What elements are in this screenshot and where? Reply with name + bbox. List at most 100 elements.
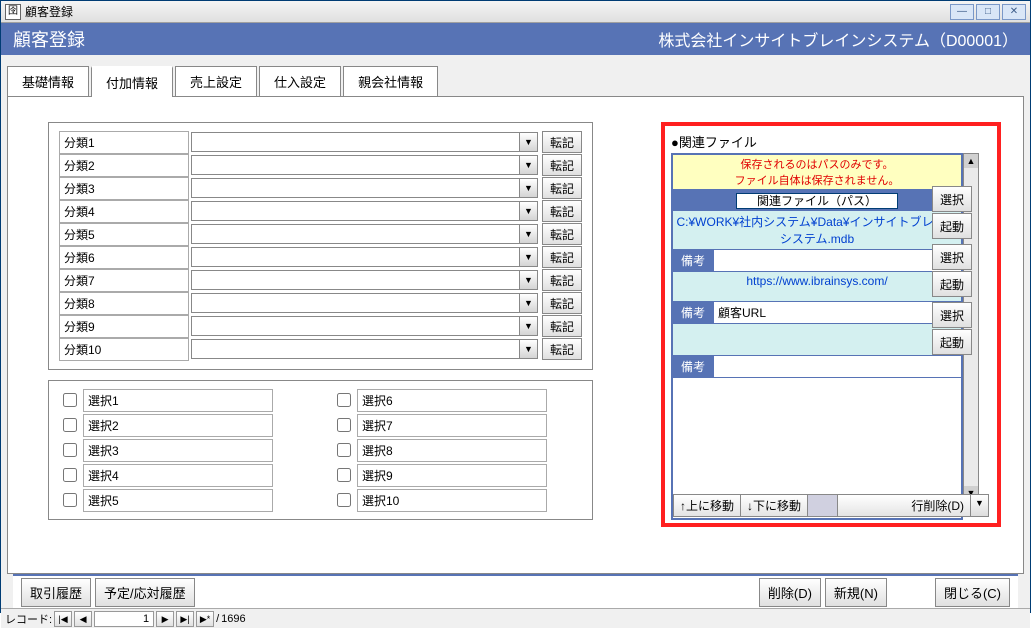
selection-label: 選択7 <box>357 414 547 437</box>
footer-bar: 取引履歴 予定/応対履歴 削除(D) 新規(N) 閉じる(C) <box>13 574 1018 608</box>
classification-label: 分類6 <box>59 246 189 269</box>
tab-basic[interactable]: 基礎情報 <box>7 66 89 97</box>
chevron-down-icon[interactable]: ▼ <box>970 495 988 516</box>
tenki-button[interactable]: 転記 <box>542 154 582 176</box>
tab-additional[interactable]: 付加情報 <box>91 66 173 97</box>
launch-button[interactable]: 起動 <box>932 271 972 297</box>
record-navigator: レコード: |◀ ◀ ▶ ▶| ▶* / 1696 <box>1 608 1030 628</box>
chevron-down-icon[interactable]: ▼ <box>520 247 538 267</box>
selection-label: 選択5 <box>83 489 273 512</box>
move-down-button[interactable]: ↓下に移動 <box>741 495 808 516</box>
classification-input[interactable] <box>191 247 520 267</box>
tenki-button[interactable]: 転記 <box>542 200 582 222</box>
select-button[interactable]: 選択 <box>932 302 972 328</box>
history-button[interactable]: 取引履歴 <box>21 578 91 607</box>
classification-input[interactable] <box>191 155 520 175</box>
classification-input[interactable] <box>191 270 520 290</box>
selection-label: 選択2 <box>83 414 273 437</box>
tabs: 基礎情報 付加情報 売上設定 仕入設定 親会社情報 <box>7 65 1024 96</box>
remarks-value[interactable] <box>713 250 961 271</box>
classification-input[interactable] <box>191 339 520 359</box>
selection-checkbox[interactable] <box>63 393 77 407</box>
classification-input[interactable] <box>191 224 520 244</box>
tab-purchase[interactable]: 仕入設定 <box>259 66 341 97</box>
delete-row-button[interactable]: 行削除(D) <box>838 495 970 516</box>
remarks-value[interactable]: 顧客URL <box>713 302 961 323</box>
classification-row: 分類1▼転記 <box>59 131 582 153</box>
launch-button[interactable]: 起動 <box>932 329 972 355</box>
scroll-up-icon[interactable]: ▲ <box>964 154 978 168</box>
tenki-button[interactable]: 転記 <box>542 338 582 360</box>
classification-row: 分類6 ▼転記 <box>59 246 582 268</box>
schedule-button[interactable]: 予定/応対履歴 <box>95 578 195 607</box>
selection-checkbox[interactable] <box>337 418 351 432</box>
selection-checkbox[interactable] <box>63 443 77 457</box>
classification-input[interactable] <box>191 293 520 313</box>
selection-checkbox[interactable] <box>337 393 351 407</box>
related-files-header: ●関連ファイル <box>671 132 991 151</box>
selection-checkbox[interactable] <box>63 418 77 432</box>
file-path-cell[interactable]: C:¥WORK¥社内システム¥Data¥インサイトブレインシステム.mdb <box>673 211 961 250</box>
minimize-button[interactable]: — <box>950 4 974 20</box>
selection-checkbox[interactable] <box>63 493 77 507</box>
selection-checkbox[interactable] <box>337 468 351 482</box>
select-button[interactable]: 選択 <box>932 186 972 212</box>
classification-row: 分類5▼転記 <box>59 223 582 245</box>
chevron-down-icon[interactable]: ▼ <box>520 201 538 221</box>
file-path-cell[interactable]: https://www.ibrainsys.com/ <box>673 272 961 302</box>
chevron-down-icon[interactable]: ▼ <box>520 339 538 359</box>
banner-title: 顧客登録 <box>13 26 85 52</box>
close-form-button[interactable]: 閉じる(C) <box>935 578 1010 607</box>
maximize-button[interactable]: □ <box>976 4 1000 20</box>
classification-label: 分類3 <box>59 177 189 200</box>
classification-row: 分類10▼転記 <box>59 338 582 360</box>
tenki-button[interactable]: 転記 <box>542 131 582 153</box>
move-up-button[interactable]: ↑上に移動 <box>674 495 741 516</box>
close-button[interactable]: ✕ <box>1002 4 1026 20</box>
tenki-button[interactable]: 転記 <box>542 223 582 245</box>
chevron-down-icon[interactable]: ▼ <box>520 155 538 175</box>
tenki-button[interactable]: 転記 <box>542 269 582 291</box>
tab-sales[interactable]: 売上設定 <box>175 66 257 97</box>
related-files-table: 保存されるのはパスのみです。 ファイル自体は保存されません。 関連ファイル（パス… <box>671 153 963 520</box>
tab-parent[interactable]: 親会社情報 <box>343 66 438 97</box>
selection-checkbox[interactable] <box>337 443 351 457</box>
selection-panel: 選択1 選択2 選択3 選択4 選択5 選択6 選択7 選択8 選択9 選択10 <box>48 380 593 520</box>
classification-panel: 分類1▼転記 分類2▼転記 分類3▼転記 分類4▼転記 分類5▼転記 分類6▼転… <box>48 122 593 370</box>
classification-label: 分類8 <box>59 292 189 315</box>
file-path-cell[interactable] <box>673 324 961 356</box>
chevron-down-icon[interactable]: ▼ <box>520 316 538 336</box>
delete-button[interactable]: 削除(D) <box>759 578 821 607</box>
classification-input[interactable] <box>191 316 520 336</box>
select-button[interactable]: 選択 <box>932 244 972 270</box>
classification-input[interactable] <box>191 132 520 152</box>
selection-checkbox[interactable] <box>337 493 351 507</box>
window-title: 顧客登録 <box>25 3 948 20</box>
chevron-down-icon[interactable]: ▼ <box>520 224 538 244</box>
chevron-down-icon[interactable]: ▼ <box>520 132 538 152</box>
chevron-down-icon[interactable]: ▼ <box>520 178 538 198</box>
classification-row: 分類4 ▼転記 <box>59 200 582 222</box>
selection-checkbox[interactable] <box>63 468 77 482</box>
classification-row: 分類7▼転記 <box>59 269 582 291</box>
tenki-button[interactable]: 転記 <box>542 315 582 337</box>
chevron-down-icon[interactable]: ▼ <box>520 293 538 313</box>
new-button[interactable]: 新規(N) <box>825 578 887 607</box>
remarks-value[interactable] <box>713 356 961 377</box>
launch-button[interactable]: 起動 <box>932 213 972 239</box>
classification-input[interactable] <box>191 201 520 221</box>
app-icon: 囹 <box>5 4 21 20</box>
company-label: 株式会社インサイトブレインシステム（D00001） <box>658 27 1018 51</box>
classification-row: 分類9▼転記 <box>59 315 582 337</box>
column-header: 関連ファイル（パス） <box>673 190 961 211</box>
selection-label: 選択4 <box>83 464 273 487</box>
classification-label: 分類4 <box>59 200 189 223</box>
tenki-button[interactable]: 転記 <box>542 292 582 314</box>
classification-input[interactable] <box>191 178 520 198</box>
tenki-button[interactable]: 転記 <box>542 246 582 268</box>
selection-label: 選択9 <box>357 464 547 487</box>
tenki-button[interactable]: 転記 <box>542 177 582 199</box>
classification-row: 分類3 ▼転記 <box>59 177 582 199</box>
chevron-down-icon[interactable]: ▼ <box>520 270 538 290</box>
selection-label: 選択1 <box>83 389 273 412</box>
